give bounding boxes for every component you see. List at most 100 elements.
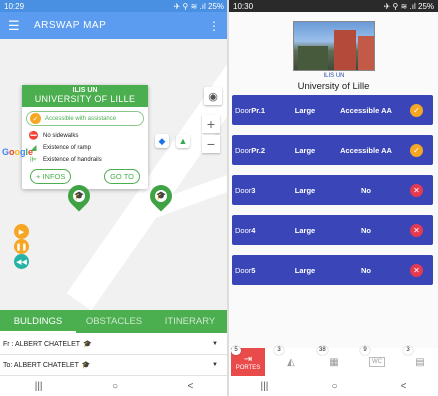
tab-wc[interactable]: 9 WC (360, 346, 394, 376)
door-id: 3 (251, 185, 256, 195)
building-marker[interactable]: 🎓 (145, 180, 177, 213)
feature-label: No sidewalks (43, 133, 79, 139)
door-prefix: Door (235, 185, 252, 195)
map-view[interactable]: ◉ + − ILIS UN UNIVERSITY OF LILLE ✓ Acce… (0, 39, 228, 310)
from-select[interactable]: Fr : ALBERT CHATELET 🎓 ▼ (0, 334, 228, 355)
check-icon: ✓ (410, 103, 423, 117)
dropdown-arrow-icon: ▼ (212, 341, 218, 347)
google-logo: Google (2, 147, 34, 157)
left-screen: 10:29 ✈ ⚲ ≋ .ıl 25% ☰ ARSWAP MAP ⋮ ◉ + −… (0, 0, 228, 396)
my-location-button[interactable]: ◉ (204, 87, 222, 105)
door-icon: ⇥ (243, 353, 253, 365)
info-header: ILIS UN UNIVERSITY OF LILLE (22, 85, 148, 107)
status-time: 10:29 (4, 1, 25, 11)
door-row[interactable]: DoorPr.2 Large Accessible AA ✓ (232, 135, 433, 165)
photo-trees (298, 46, 328, 70)
directions-icon[interactable]: ◆ (155, 134, 169, 148)
tab-buildings[interactable]: BULDINGS (0, 310, 76, 333)
status-time: 10:30 (233, 1, 254, 11)
graduation-cap-icon: 🎓 (155, 190, 167, 202)
close-icon: ✕ (410, 183, 423, 197)
door-id: Pr.2 (251, 145, 266, 155)
door-id: 5 (251, 265, 256, 275)
recent-apps-button[interactable]: ||| (35, 381, 43, 392)
ramp-icon: ◭ (287, 356, 295, 368)
more-info-button[interactable]: + INFOS (30, 169, 72, 184)
door-size: Large (294, 105, 316, 115)
zoom-out-button[interactable]: − (202, 135, 220, 153)
door-access: No (361, 265, 371, 275)
door-row[interactable]: DoorPr.1 Large Accessible AA ✓ (232, 95, 433, 125)
category-tab-bar: 5 ⇥ PORTES 3 ◭ 38 ▦ 9 WC 3 ▤ (229, 346, 438, 376)
photo-label: ILIS UN (323, 73, 345, 79)
home-button[interactable]: ○ (331, 381, 337, 392)
accessibility-status: ✓ Accessible with assistance (26, 111, 144, 126)
graduation-cap-icon: 🎓 (73, 190, 85, 202)
play-icon[interactable]: ▶ (14, 224, 29, 239)
status-icons: ✈ ⚲ ≋ .ıl 25% (173, 1, 224, 11)
to-value: To: ALBERT CHATELET (3, 361, 79, 369)
accessibility-label: Accessible with assistance (45, 115, 117, 122)
door-access: No (361, 185, 371, 195)
photo-building (334, 30, 356, 70)
graduation-cap-icon: 🎓 (83, 341, 92, 348)
door-id: 4 (251, 225, 256, 235)
graduation-cap-icon: 🎓 (81, 362, 91, 369)
building-name: UNIVERSITY OF LILLE (34, 94, 136, 104)
door-access: Accessible AA (340, 145, 392, 155)
to-select[interactable]: To: ALBERT CHATELET 🎓 ▼ (0, 355, 228, 376)
rewind-icon[interactable]: ◀◀ (14, 254, 29, 269)
tab-ramps[interactable]: 3 ◭ (274, 346, 308, 376)
feature-row: ⛔ No sidewalks (22, 130, 148, 142)
door-size: Large (294, 265, 316, 275)
tab-elevator[interactable]: 3 ▤ (403, 346, 437, 376)
building-code: ILIS UN (72, 87, 98, 94)
door-prefix: Door (235, 265, 252, 275)
door-prefix: Door (235, 145, 252, 155)
building-photo (293, 21, 375, 71)
back-button[interactable]: < (401, 381, 407, 392)
status-bar: 10:30 ✈ ⚲ ≋ .ıl 25% (229, 0, 438, 12)
building-marker[interactable]: 🎓 (63, 180, 95, 213)
from-value: Fr : ALBERT CHATELET (3, 340, 81, 348)
door-access: Accessible AA (340, 105, 392, 115)
feature-row: ◢ Existence of ramp (22, 142, 148, 154)
count-badge: 38 (317, 346, 328, 355)
university-title: University of Lille (297, 81, 370, 92)
building-info-card: ILIS UN UNIVERSITY OF LILLE ✓ Accessible… (22, 85, 148, 189)
door-row[interactable]: Door5 Large No ✕ (232, 255, 433, 285)
app-title: ARSWAP MAP (34, 20, 107, 31)
hamburger-icon[interactable]: ☰ (8, 18, 26, 34)
open-maps-icon[interactable]: ▲ (176, 134, 190, 148)
count-badge: 3 (403, 346, 413, 355)
door-row[interactable]: Door4 Large No ✕ (232, 215, 433, 245)
check-icon: ✓ (30, 113, 41, 124)
zoom-in-button[interactable]: + (202, 115, 220, 133)
door-size: Large (294, 145, 316, 155)
check-icon: ✓ (410, 143, 423, 157)
back-button[interactable]: < (187, 381, 193, 392)
door-id: Pr.1 (251, 105, 266, 115)
pause-icon[interactable]: ❚❚ (14, 239, 29, 254)
feature-row: ⊫ Existence of handrails (22, 154, 148, 166)
app-bar: ☰ ARSWAP MAP ⋮ (0, 12, 228, 39)
tab-obstacles[interactable]: OBSTACLES (76, 316, 152, 327)
go-to-button[interactable]: GO TO (104, 169, 140, 184)
tab-stairs[interactable]: 38 ▦ (317, 346, 351, 376)
tab-itinerary[interactable]: ITINERARY (152, 316, 228, 327)
home-button[interactable]: ○ (112, 381, 118, 392)
recent-apps-button[interactable]: ||| (261, 381, 269, 392)
no-sidewalk-icon: ⛔ (28, 131, 39, 140)
door-prefix: Door (235, 105, 252, 115)
photo-building (358, 36, 374, 70)
tab-bar: BULDINGS OBSTACLES ITINERARY (0, 310, 228, 333)
elevator-icon: ▤ (415, 356, 425, 368)
tab-doors[interactable]: 5 ⇥ PORTES (231, 346, 265, 376)
kebab-icon[interactable]: ⋮ (208, 19, 220, 33)
right-screen: 10:30 ✈ ⚲ ≋ .ıl 25% ILIS UN University o… (229, 0, 438, 396)
feature-label: Existence of ramp (43, 145, 92, 151)
door-row[interactable]: Door3 Large No ✕ (232, 175, 433, 205)
door-prefix: Door (235, 225, 252, 235)
count-badge: 5 (231, 346, 241, 355)
stairs-icon: ▦ (329, 356, 339, 368)
